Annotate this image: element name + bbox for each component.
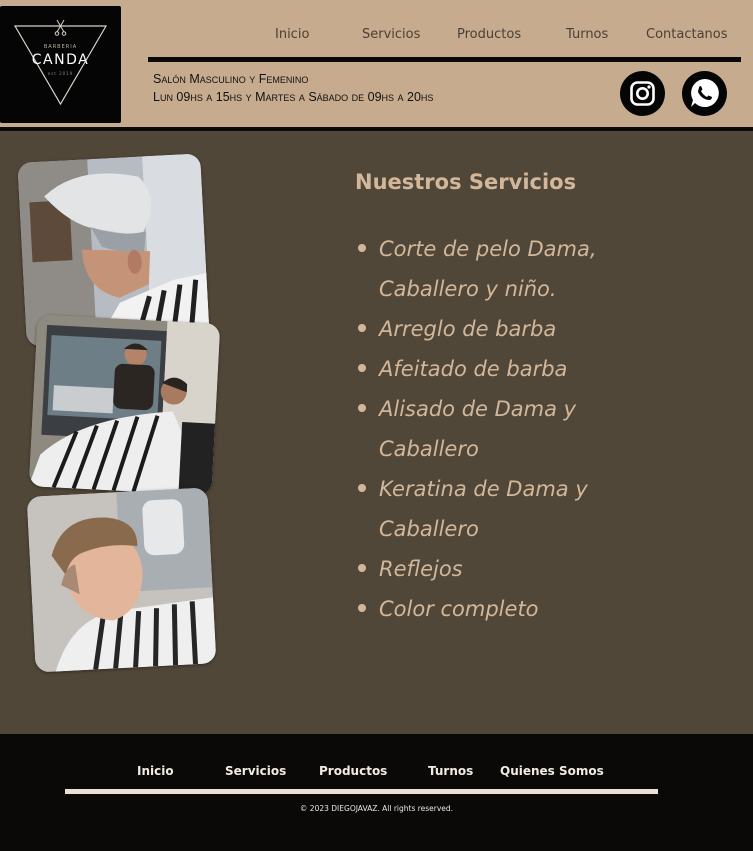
nav-productos[interactable]: Productos <box>457 27 521 42</box>
nav-contactanos[interactable]: Contactanos <box>646 27 728 42</box>
nav-servicios[interactable]: Servicios <box>362 27 420 42</box>
whatsapp-icon <box>685 74 724 112</box>
service-item: Arreglo de barba <box>355 309 655 349</box>
salon-tagline: Salón Masculino y Femenino <box>153 72 309 86</box>
instagram-icon <box>630 81 655 106</box>
services-heading: Nuestros Servicios <box>355 170 577 194</box>
site-footer: Inicio Servicios Productos Turnos Quiene… <box>0 734 753 851</box>
logo-tiny-text: est 2019 <box>47 71 74 76</box>
nav-turnos[interactable]: Turnos <box>566 27 608 42</box>
logo-name: CANDA <box>31 52 90 68</box>
footer-nav-turnos[interactable]: Turnos <box>428 764 473 778</box>
footer-divider <box>65 789 658 794</box>
copyright-text: © 2023 DIEGOJAVAZ. All rights reserved. <box>299 804 454 813</box>
footer-nav-productos[interactable]: Productos <box>319 764 387 778</box>
logo-subtitle: BARBERIA <box>43 44 78 50</box>
opening-hours: Lun 09hs a 15hs y Martes a Sábado de 09h… <box>153 90 434 104</box>
service-item: Alisado de Dama y Caballero <box>355 389 655 469</box>
service-item: Corte de pelo Dama, Caballero y niño. <box>355 229 655 309</box>
footer-nav-servicios[interactable]: Servicios <box>225 764 286 778</box>
service-item: Afeitado de barba <box>355 349 655 389</box>
whatsapp-link[interactable] <box>682 71 727 116</box>
service-item: Color completo <box>355 589 655 629</box>
footer-nav-inicio[interactable]: Inicio <box>137 764 174 778</box>
instagram-link[interactable] <box>620 71 665 116</box>
nav-divider <box>148 57 741 62</box>
service-item: Keratina de Dama y Caballero <box>355 469 655 549</box>
nav-inicio[interactable]: Inicio <box>275 27 309 42</box>
site-header: BARBERIA CANDA est 2019 Inicio Servicios… <box>0 0 753 131</box>
kids-haircut-photo <box>26 487 217 673</box>
services-list: Corte de pelo Dama, Caballero y niño. Ar… <box>355 229 655 629</box>
footer-nav-quienes-somos[interactable]: Quienes Somos <box>500 764 604 778</box>
service-item: Reflejos <box>355 549 655 589</box>
barberia-canda-logo[interactable]: BARBERIA CANDA est 2019 <box>0 6 121 123</box>
beard-shave-photo <box>28 314 221 496</box>
